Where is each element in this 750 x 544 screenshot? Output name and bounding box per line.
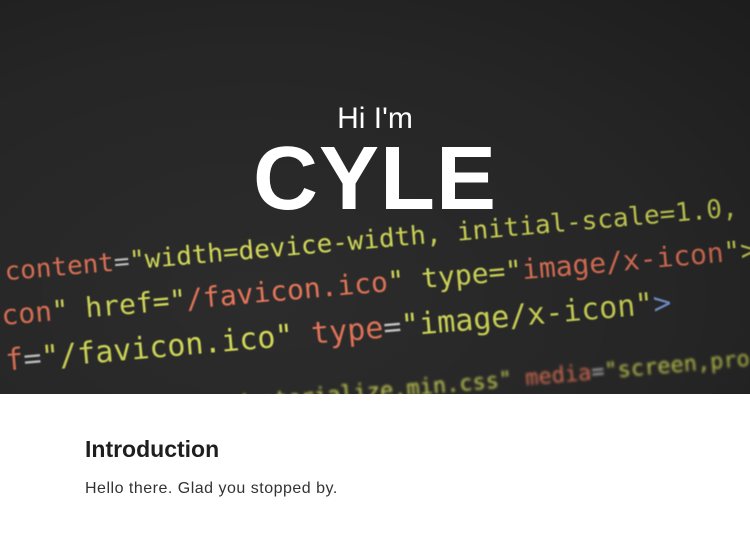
intro-section: Introduction Hello there. Glad you stopp… [0, 394, 750, 500]
hero-heading: Hi I'm CYLE [0, 100, 750, 229]
section-title: Introduction [85, 436, 220, 462]
hero-name: CYLE [252, 129, 498, 229]
intro-paragraph: Hello there. Glad you stopped by. [85, 480, 338, 497]
hero-section: content="width=device-width, initial-sca… [0, 0, 750, 394]
